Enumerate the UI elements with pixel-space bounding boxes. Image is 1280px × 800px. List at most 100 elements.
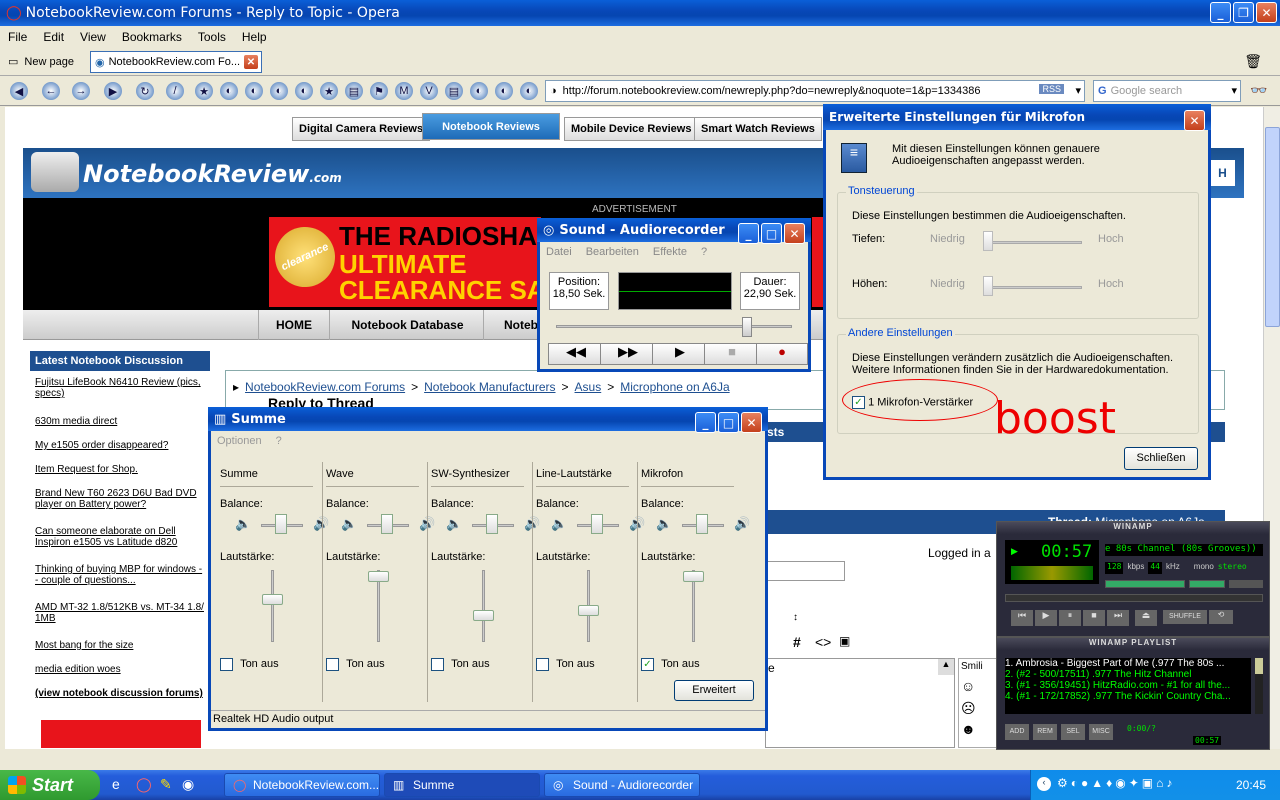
mixer-title-bar[interactable]: ▥ Summe _ □ ✕ (208, 407, 768, 433)
volume-thumb[interactable] (262, 594, 283, 605)
winamp-title-bar[interactable]: WINAMP (997, 522, 1269, 534)
page-icon[interactable]: ▤ (445, 82, 463, 100)
volume-thumb[interactable] (368, 571, 389, 582)
search-box[interactable]: G Google search ▾ (1093, 80, 1241, 102)
balance-thumb[interactable] (381, 514, 393, 534)
mute-checkbox[interactable]: Ton aus (431, 658, 490, 671)
trash-icon[interactable]: 🗑 (1244, 53, 1262, 70)
scrollbar-thumb[interactable] (1265, 127, 1280, 327)
winamp-balance-slider[interactable] (1189, 580, 1225, 588)
close-icon[interactable]: ✕ (1256, 2, 1277, 23)
position-slider-thumb[interactable] (742, 317, 752, 337)
winamp-shuffle-button[interactable]: SHUFFLE (1163, 610, 1207, 624)
sidebar-link[interactable]: 630m media direct (35, 416, 205, 427)
fast-forward-icon[interactable]: ▶ (104, 82, 122, 100)
winamp-repeat-icon[interactable]: ⟲ (1209, 610, 1233, 624)
back-icon[interactable]: ← (42, 82, 60, 100)
tab-notebookreview[interactable]: ◉ NotebookReview.com Fo... ✕ (90, 51, 262, 73)
balance-thumb[interactable] (591, 514, 603, 534)
mic-dialog-title-bar[interactable]: Erweiterte Einstellungen für Mikrofon ✕ (823, 104, 1211, 131)
maximize-icon[interactable]: □ (761, 223, 782, 244)
link-icon[interactable]: ◐ (245, 82, 263, 100)
site-tab-digital-camera[interactable]: Digital Camera Reviews (292, 117, 431, 141)
rewind-icon[interactable]: ◀ (10, 82, 28, 100)
play-button[interactable]: ▶ (652, 343, 708, 365)
sidebar-link[interactable]: Thinking of buying MBP for windows -- co… (35, 564, 205, 586)
gmail-icon[interactable]: M (395, 82, 413, 100)
tab-close-icon[interactable]: ✕ (243, 54, 259, 70)
tray-expand-icon[interactable]: ‹ (1037, 777, 1051, 791)
volume-slider[interactable] (482, 570, 485, 642)
treble-slider-thumb[interactable] (983, 276, 993, 296)
task-notebookreview[interactable]: ◯ NotebookReview.com... (224, 773, 380, 797)
winamp-stop-icon[interactable]: ■ (1083, 610, 1105, 626)
ad-banner[interactable]: clearance THE RADIOSHA ULTIMATE CLEARANC… (269, 217, 541, 307)
maximize-icon[interactable]: □ (718, 412, 739, 433)
quicklaunch-icon[interactable]: ◉ (182, 776, 194, 793)
opera-title-bar[interactable]: ◯ NotebookReview.com Forums - Reply to T… (0, 0, 1280, 26)
audiorecorder-title-bar[interactable]: ◎ Sound - Audiorecorder _ □ ✕ (537, 218, 811, 244)
winamp-play-icon[interactable]: ▶ (1035, 610, 1057, 626)
code-icon[interactable]: <> (815, 634, 831, 650)
winamp-sel-button[interactable]: SEL (1061, 724, 1085, 740)
sort-icon[interactable]: ↕ (793, 612, 798, 623)
php-icon[interactable]: ▣ (839, 634, 850, 648)
site-tab-mobile-device[interactable]: Mobile Device Reviews (564, 117, 699, 141)
winamp-eq-button[interactable] (1229, 580, 1263, 588)
menu-effekte[interactable]: Effekte (653, 246, 687, 258)
site-tab-notebook-reviews[interactable]: Notebook Reviews (422, 113, 560, 140)
sidebar-link[interactable]: Item Request for Shop. (35, 464, 205, 475)
winamp-playlist-scrollbar[interactable] (1255, 658, 1263, 714)
menu-view[interactable]: View (72, 30, 114, 44)
mute-checkbox[interactable]: ✓ Ton aus (641, 658, 700, 671)
bass-slider-thumb[interactable] (983, 231, 993, 251)
volume-thumb[interactable] (473, 610, 494, 621)
checkbox[interactable]: ✓ (641, 658, 654, 671)
winamp-seek-bar[interactable] (1005, 594, 1263, 602)
link-icon[interactable]: ◐ (270, 82, 288, 100)
dropdown-icon[interactable]: ▾ (1231, 84, 1237, 97)
hash-icon[interactable]: # (793, 634, 801, 650)
stop-button[interactable]: ■ (704, 343, 760, 365)
site-tab-smart-watch[interactable]: Smart Watch Reviews (694, 117, 822, 141)
menu-help[interactable]: ? (701, 246, 707, 258)
close-button[interactable]: Schließen (1124, 447, 1198, 470)
tab-new-page[interactable]: ▭ New page (8, 51, 88, 72)
link-icon[interactable]: ◐ (520, 82, 538, 100)
balance-thumb[interactable] (275, 514, 287, 534)
menu-help[interactable]: ? (276, 435, 282, 447)
balance-thumb[interactable] (696, 514, 708, 534)
editor-scroll-up-icon[interactable]: ▲ (938, 659, 954, 675)
rewind-button[interactable]: ◀◀ (548, 343, 604, 365)
playlist-item[interactable]: 4. (#1 - 172/17852) .977 The Kickin' Cou… (1005, 691, 1251, 702)
breadcrumb-thread[interactable]: Microphone on A6Ja (620, 380, 729, 394)
smiley-icon[interactable]: ☺ (961, 678, 995, 694)
sidebar-link[interactable]: My e1505 order disappeared? (35, 440, 205, 451)
wand-icon[interactable]: / (166, 82, 184, 100)
task-summe[interactable]: ▥ Summe (384, 773, 540, 797)
quicklaunch-opera-icon[interactable]: ◯ (136, 776, 152, 793)
menu-tools[interactable]: Tools (190, 30, 234, 44)
minimize-icon[interactable]: _ (695, 412, 716, 433)
record-button[interactable]: ● (756, 343, 808, 365)
glasses-icon[interactable]: 👓 (1250, 82, 1267, 99)
sidebar-link[interactable]: Most bang for the size (35, 640, 205, 651)
balance-thumb[interactable] (486, 514, 498, 534)
sidebar-link[interactable]: AMD MT-32 1.8/512KB vs. MT-34 1.8/ 1MB (35, 602, 205, 624)
page-icon[interactable]: ▤ (345, 82, 363, 100)
close-icon[interactable]: ✕ (784, 223, 805, 244)
mute-checkbox[interactable]: Ton aus (220, 658, 279, 671)
menu-edit[interactable]: Edit (35, 30, 72, 44)
checkbox[interactable] (536, 658, 549, 671)
winamp-next-icon[interactable]: ⏭ (1107, 610, 1129, 626)
volume-thumb[interactable] (578, 605, 599, 616)
message-editor[interactable]: e ▲ (765, 658, 955, 748)
nav-home[interactable]: HOME (258, 310, 330, 340)
menu-bookmarks[interactable]: Bookmarks (114, 30, 190, 44)
reload-icon[interactable]: ↻ (136, 82, 154, 100)
advanced-button[interactable]: Erweitert (674, 680, 754, 701)
link-icon[interactable]: ◐ (220, 82, 238, 100)
winamp-volume-slider[interactable] (1105, 580, 1185, 588)
sidebar-link[interactable]: Brand New T60 2623 D6U Bad DVD player on… (35, 488, 205, 510)
start-button[interactable]: Start (0, 770, 100, 800)
